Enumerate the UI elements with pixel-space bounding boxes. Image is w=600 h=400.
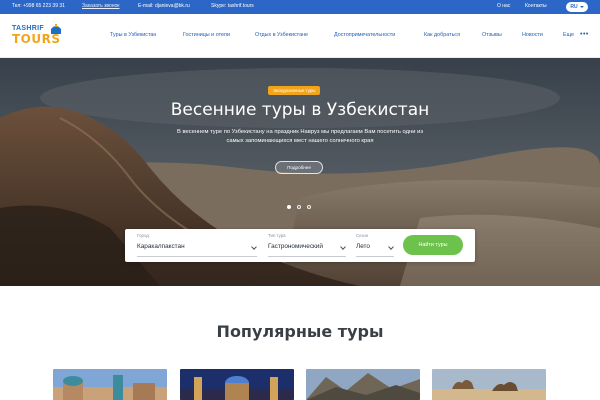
tour-type-value: Гастрономический [268, 243, 323, 250]
tour-image-samarkand [180, 369, 294, 400]
find-tours-button[interactable]: Найти туры [403, 235, 463, 255]
nav-directions[interactable]: Как добраться [424, 32, 460, 38]
season-label: Сезон [356, 233, 369, 238]
city-label: Город [137, 233, 149, 238]
logo-text-top: TASHRIF [12, 25, 44, 32]
phone-text: Тел: +998 65 223 39 31 [12, 3, 65, 9]
chevron-down-icon [340, 244, 346, 250]
nav-rest[interactable]: Отдых в Узбекистане [255, 32, 308, 38]
tour-card-3[interactable] [306, 369, 420, 400]
nav-reviews[interactable]: Отзывы [482, 32, 502, 38]
about-link[interactable]: О нас [497, 3, 510, 9]
slider-dot-3[interactable] [307, 205, 311, 209]
nav-hotels[interactable]: Гостиницы и отели [183, 32, 230, 38]
tour-type-select[interactable]: Тип тура Гастрономический [268, 233, 346, 257]
chevron-down-icon [579, 6, 584, 8]
chevron-down-icon [388, 244, 394, 250]
tour-image-khiva [53, 369, 167, 400]
skype-text: Skype: tashrif.tours [211, 3, 254, 9]
tour-image-desert [432, 369, 546, 400]
ellipsis-icon[interactable]: ••• [580, 31, 589, 38]
city-value: Каракалпакстан [137, 243, 185, 250]
site-logo[interactable]: TASHRIF TOURS [10, 23, 62, 49]
tour-search-form: Город Каракалпакстан Тип тура Гастрономи… [125, 229, 475, 262]
tour-type-label: Тип тура [268, 233, 286, 238]
nav-more[interactable]: Еще [563, 32, 574, 38]
dome-icon [51, 24, 61, 34]
language-select[interactable]: RU [566, 2, 588, 12]
top-info-bar: Тел: +998 65 223 39 31 Заказать звонок E… [0, 0, 600, 14]
slider-dot-2[interactable] [297, 205, 301, 209]
request-call-link[interactable]: Заказать звонок [82, 3, 119, 9]
contacts-link[interactable]: Контакты [525, 3, 547, 9]
season-select[interactable]: Сезон Лето [356, 233, 394, 257]
chevron-down-icon [251, 244, 257, 250]
nav-news[interactable]: Новости [522, 32, 543, 38]
nav-sights[interactable]: Достопримечательности [334, 32, 395, 38]
more-button[interactable]: Подробнее [275, 161, 323, 174]
tour-image-mountains [306, 369, 420, 400]
logo-text-bottom: TOURS [12, 32, 61, 46]
popular-tours-heading: Популярные туры [216, 322, 384, 341]
tour-card-2[interactable] [180, 369, 294, 400]
tour-card-4[interactable] [432, 369, 546, 400]
hero-description: В весеннем туре по Узбекистану на праздн… [177, 129, 423, 144]
email-text: E-mail: djanieva@bk.ru [138, 3, 190, 9]
slider-dot-1[interactable] [287, 205, 291, 209]
language-value: RU [570, 4, 578, 10]
main-navigation: TASHRIF TOURS Туры в Узбекистан Гостиниц… [0, 14, 600, 58]
nav-tours[interactable]: Туры в Узбекистан [110, 32, 156, 38]
season-value: Лето [356, 243, 370, 250]
tour-category-badge[interactable]: Экскурсионные туры [268, 86, 321, 95]
city-select[interactable]: Город Каракалпакстан [137, 233, 257, 257]
tour-card-1[interactable] [53, 369, 167, 400]
hero-title: Весенние туры в Узбекистан [170, 100, 430, 120]
